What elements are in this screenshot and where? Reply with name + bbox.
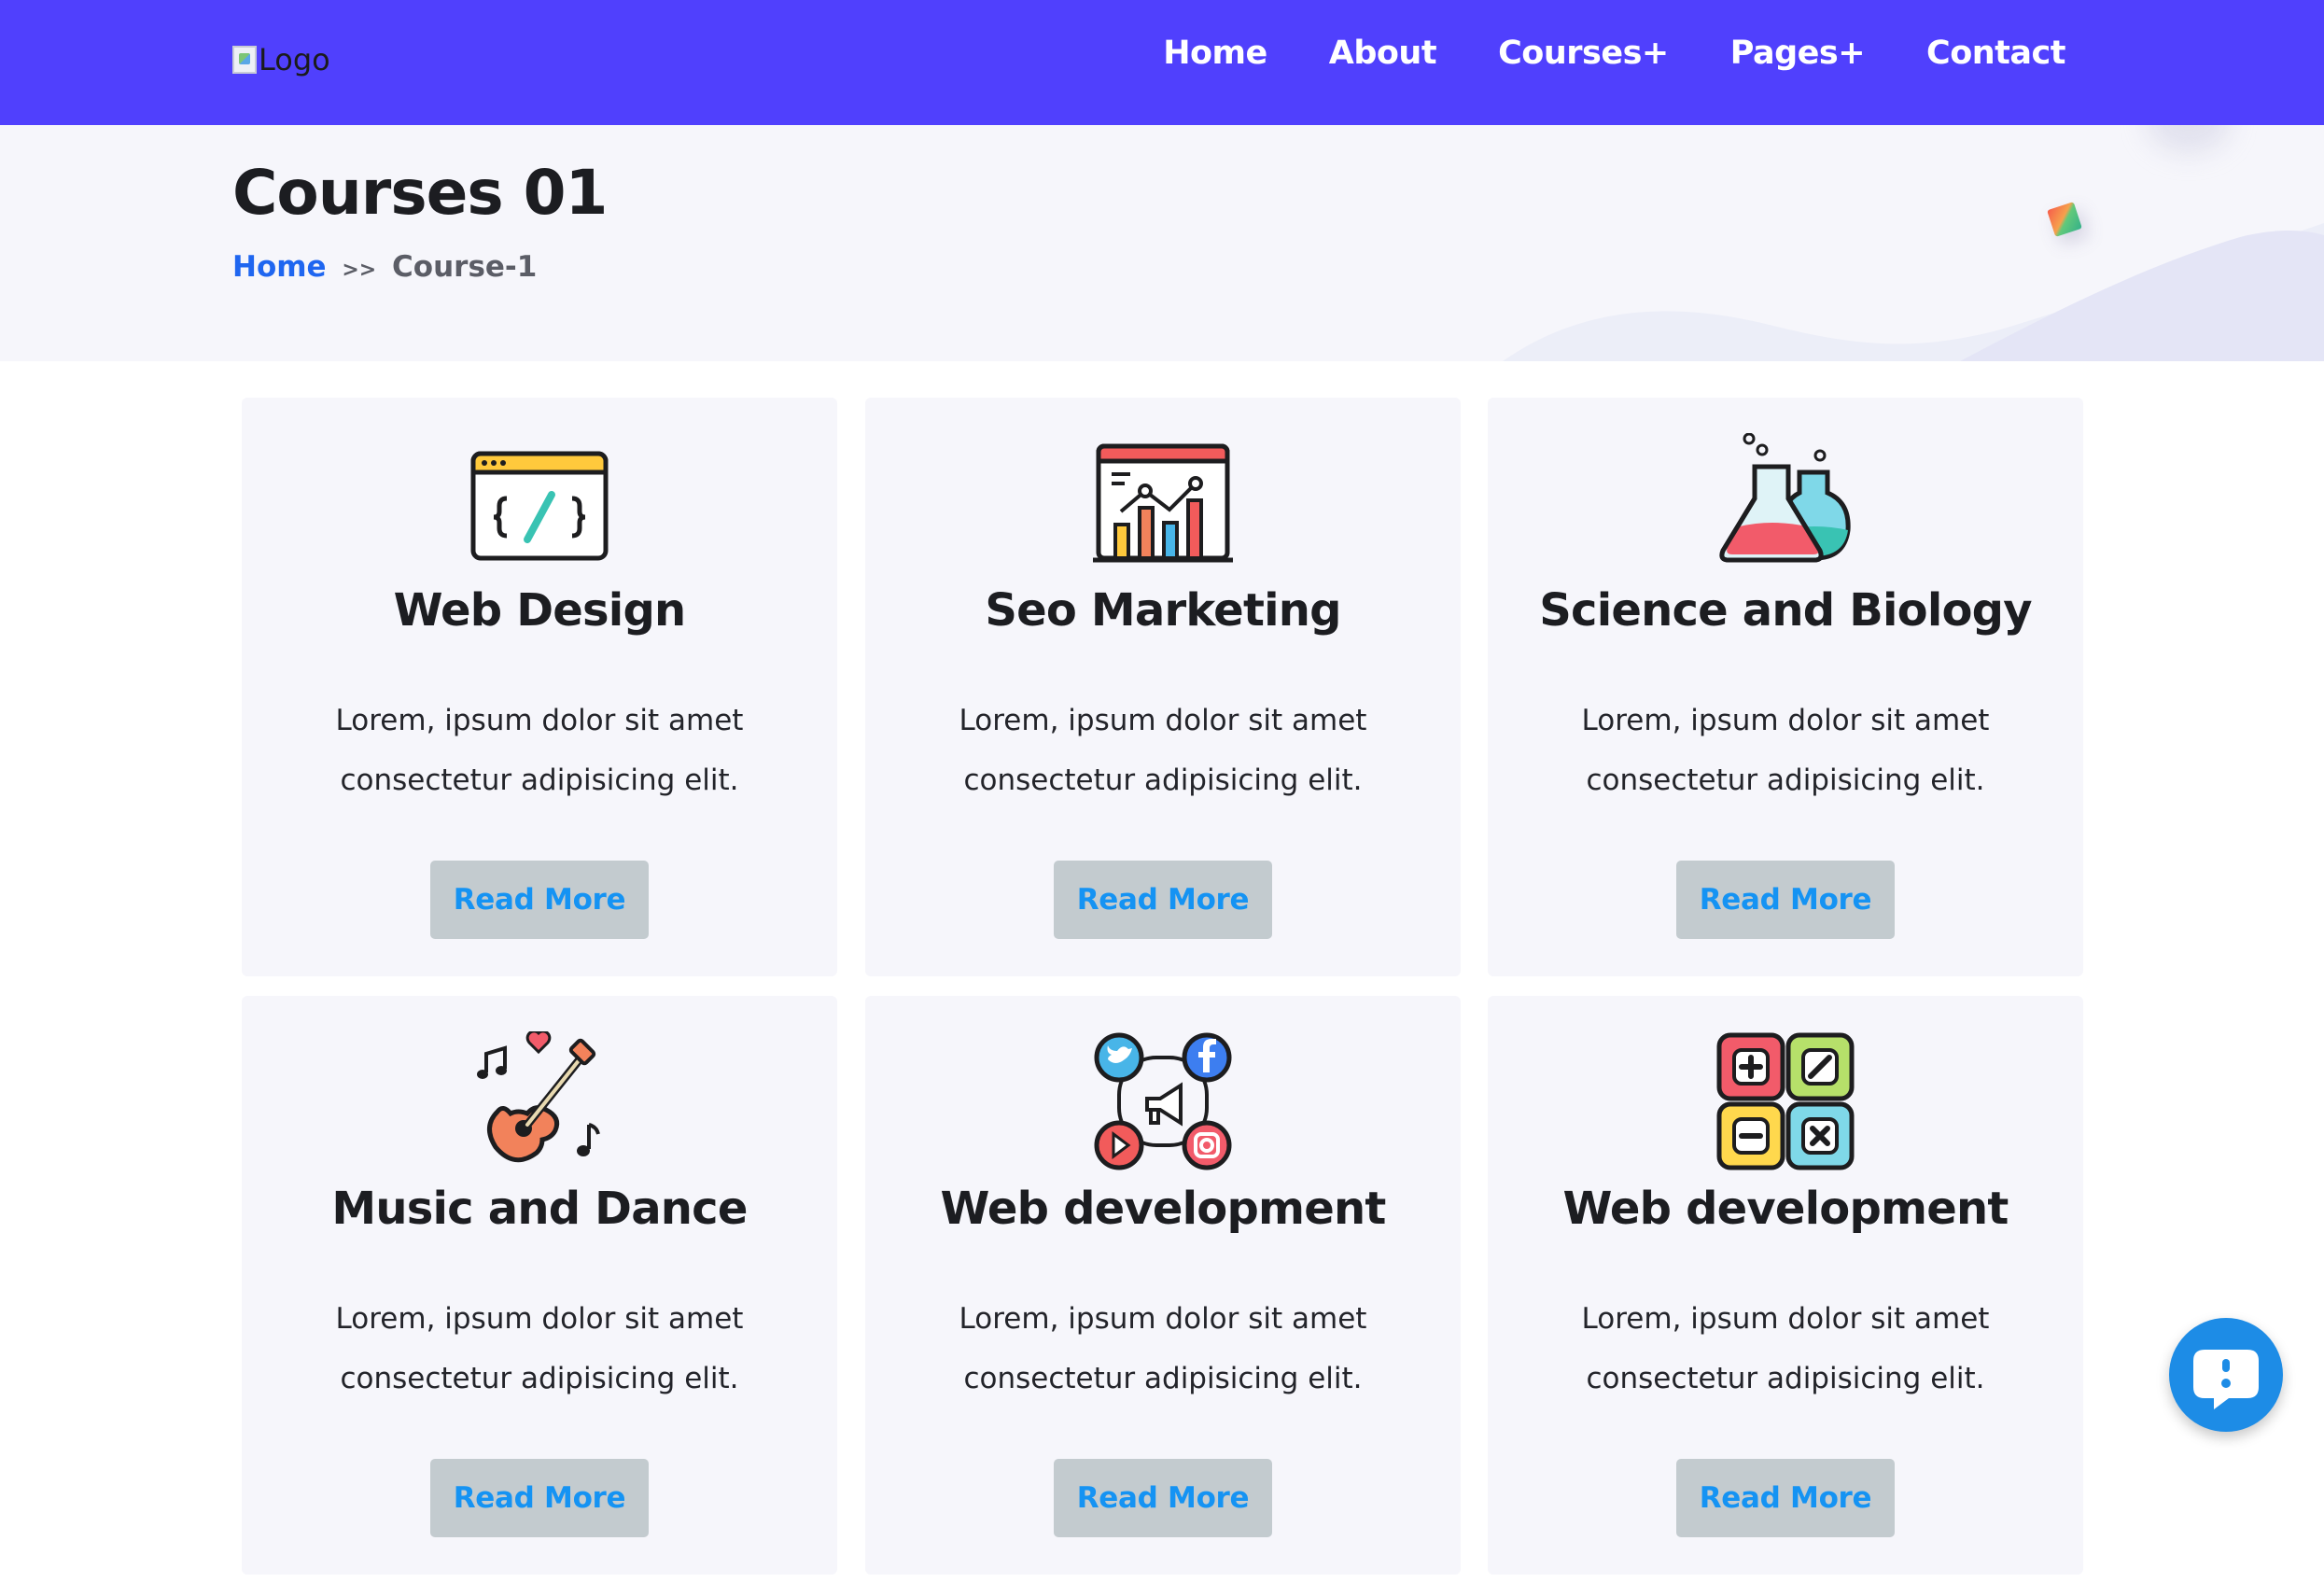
course-title: Web Design <box>393 584 687 637</box>
page-banner: Courses 01 Home >> Course-1 <box>0 125 2324 361</box>
logo[interactable]: Logo <box>232 41 330 78</box>
course-description: Lorem, ipsum dolor sit amet consectetur … <box>959 704 1367 797</box>
code-window-icon <box>470 451 609 561</box>
top-navbar: Logo Home About Courses+ Pages+ Contact <box>0 0 2324 125</box>
social-media-icon <box>1094 1032 1232 1170</box>
breadcrumb-current: Course-1 <box>392 250 538 284</box>
nav-pages[interactable]: Pages+ <box>1730 35 1866 72</box>
chat-widget-button[interactable] <box>2169 1318 2283 1432</box>
chat-bubble-icon <box>2193 1350 2259 1409</box>
course-title: Web development <box>1562 1183 2009 1235</box>
course-description: Lorem, ipsum dolor sit amet consectetur … <box>1581 1302 1990 1395</box>
course-card: Seo Marketing Lorem, ipsum dolor sit ame… <box>865 398 1461 976</box>
breadcrumb-separator: >> <box>342 259 377 282</box>
course-title: Web development <box>940 1183 1386 1235</box>
course-card: Web development Lorem, ipsum dolor sit a… <box>865 996 1461 1575</box>
nav-about[interactable]: About <box>1329 35 1437 72</box>
course-title: Music and Dance <box>331 1183 748 1235</box>
guitar-icon <box>477 1031 600 1163</box>
read-more-button[interactable]: Read More <box>430 861 649 939</box>
math-operators-icon <box>1716 1032 1855 1170</box>
course-description: Lorem, ipsum dolor sit amet consectetur … <box>959 1302 1367 1395</box>
nav-contact[interactable]: Contact <box>1926 35 2065 72</box>
breadcrumb: Home >> Course-1 <box>232 250 537 284</box>
read-more-button[interactable]: Read More <box>1054 861 1272 939</box>
course-description: Lorem, ipsum dolor sit amet consectetur … <box>335 704 744 797</box>
broken-image-icon <box>232 46 257 74</box>
course-title: Science and Biology <box>1539 584 2032 637</box>
read-more-button[interactable]: Read More <box>1676 861 1895 939</box>
logo-alt-text: Logo <box>259 42 330 77</box>
main-nav: Home About Courses+ Pages+ Contact <box>1163 30 2065 77</box>
read-more-button[interactable]: Read More <box>430 1459 649 1537</box>
nav-courses[interactable]: Courses+ <box>1498 35 1669 72</box>
course-title: Seo Marketing <box>985 584 1341 637</box>
course-description: Lorem, ipsum dolor sit amet consectetur … <box>335 1302 744 1395</box>
page-title: Courses 01 <box>232 157 608 229</box>
course-card: Science and Biology Lorem, ipsum dolor s… <box>1488 398 2083 976</box>
course-card: Music and Dance Lorem, ipsum dolor sit a… <box>242 996 837 1575</box>
course-description: Lorem, ipsum dolor sit amet consectetur … <box>1581 704 1990 797</box>
course-card: Web development Lorem, ipsum dolor sit a… <box>1488 996 2083 1575</box>
read-more-button[interactable]: Read More <box>1676 1459 1895 1537</box>
read-more-button[interactable]: Read More <box>1054 1459 1272 1537</box>
nav-home[interactable]: Home <box>1163 35 1267 72</box>
flasks-icon <box>1719 433 1851 563</box>
breadcrumb-home-link[interactable]: Home <box>232 250 327 284</box>
course-card: Web Design Lorem, ipsum dolor sit amet c… <box>242 398 837 976</box>
seo-chart-icon <box>1093 443 1233 563</box>
